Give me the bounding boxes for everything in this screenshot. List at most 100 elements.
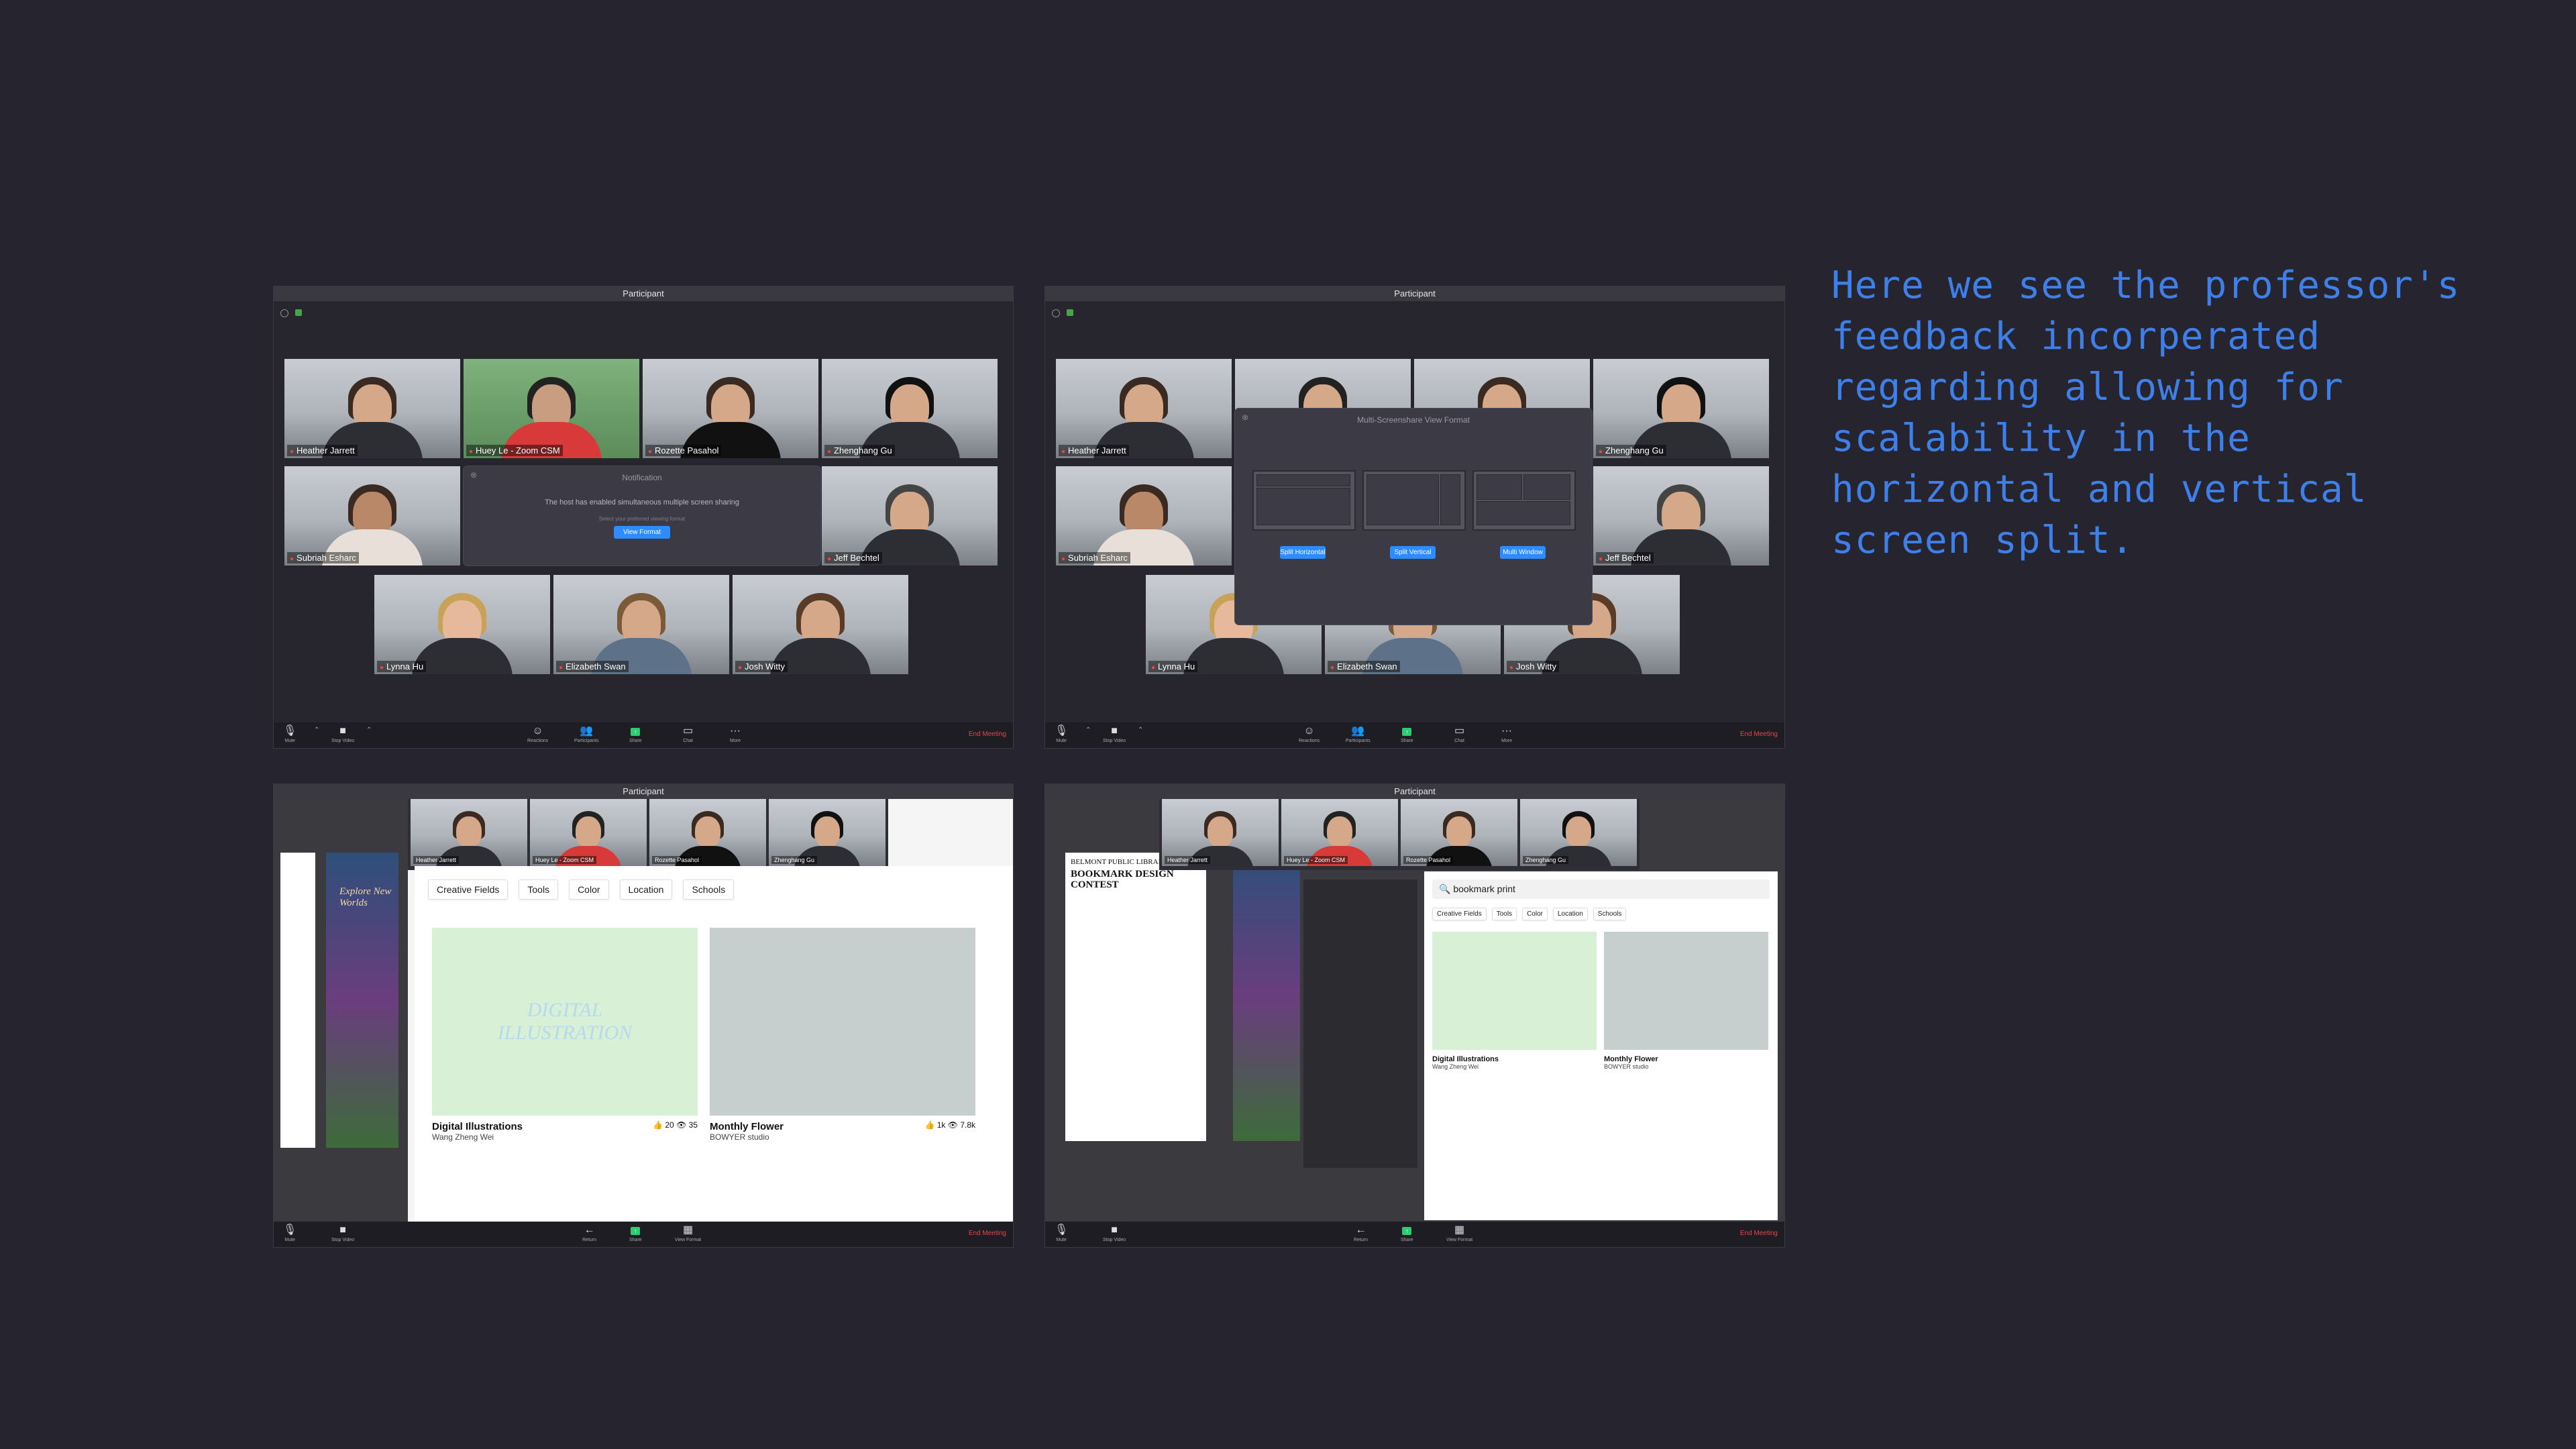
reactions-button[interactable]: ☺ Reactions	[1299, 725, 1320, 743]
smiley-icon: ☺	[1303, 725, 1315, 737]
camera-icon: ■	[339, 1224, 346, 1236]
window-title: Participant	[274, 784, 1013, 799]
view-format-button[interactable]: ▦ View Format	[675, 1224, 701, 1242]
project-card[interactable]: DIGITAL ILLUSTRATION Digital Illustratio…	[432, 928, 698, 1142]
filter-schools[interactable]: Schools	[1593, 908, 1627, 920]
camera-icon: ■	[1111, 725, 1118, 737]
close-icon[interactable]: ⊗	[470, 470, 477, 480]
camera-icon: ■	[339, 725, 346, 737]
share-icon: ↑	[1402, 728, 1412, 736]
meeting-toolbar: 🎙 Mute ⌃ ■ Stop Video ⌃ ☺ Reactions 👥 Partic…	[274, 722, 1013, 748]
filter-creative-fields[interactable]: Creative Fields	[428, 879, 508, 900]
more-button[interactable]: ··· More	[730, 725, 741, 743]
video-tile: ● Lynna Hu	[374, 575, 550, 674]
lock-icon	[1067, 309, 1073, 316]
participants-button[interactable]: 👥 Participants	[1346, 725, 1371, 743]
video-tile: ● Josh Witty	[733, 575, 908, 674]
video-tile: ● Huey Le - Zoom CSM	[464, 359, 639, 458]
mute-button[interactable]: 🎙 Mute	[283, 1224, 297, 1242]
stop-video-button[interactable]: ■ Stop Video	[1103, 725, 1126, 743]
card-stats: 👍 1k 👁 7.8k	[924, 1120, 975, 1130]
window-title: Participant	[1045, 286, 1784, 301]
zoom-window-split-vertical: Participant Explore New Worlds Heather J…	[274, 784, 1013, 1247]
window-title: Participant	[1045, 784, 1784, 799]
stop-video-button[interactable]: ■ Stop Video	[331, 725, 354, 743]
filter-color[interactable]: Color	[1522, 908, 1548, 920]
notification-message: The host has enabled simultaneous multip…	[545, 498, 739, 506]
more-button[interactable]: ··· More	[1501, 725, 1512, 743]
filter-color[interactable]: Color	[569, 879, 609, 900]
chat-button[interactable]: ▭ Chat	[683, 725, 693, 743]
share-button[interactable]: ↑ Share	[629, 725, 642, 743]
end-meeting-button[interactable]: End Meeting	[1740, 1230, 1778, 1237]
project-card[interactable]: Monthly Flower BOWYER studio	[1604, 932, 1768, 1070]
shared-browser-pane: Creative Fields Tools Color Location Sch…	[415, 866, 1013, 1222]
info-icon[interactable]	[1052, 309, 1060, 317]
filter-tools[interactable]: Tools	[1491, 908, 1517, 920]
filter-location[interactable]: Location	[1552, 908, 1588, 920]
back-arrow-icon: ←	[584, 1224, 595, 1236]
project-card[interactable]: Monthly Flower BOWYER studio 👍 1k 👁 7.8k	[710, 928, 975, 1142]
filter-schools[interactable]: Schools	[683, 879, 735, 900]
multi-window-preview[interactable]	[1472, 470, 1576, 531]
video-tile: ● Subriah Esharc	[284, 466, 460, 566]
info-icon[interactable]	[280, 309, 288, 317]
mute-button[interactable]: 🎙 Mute	[1055, 725, 1068, 743]
end-meeting-button[interactable]: End Meeting	[969, 1230, 1006, 1237]
end-meeting-button[interactable]: End Meeting	[1740, 731, 1778, 738]
filter-bar: Creative Fields Tools Color Location Sch…	[428, 879, 735, 900]
share-icon: ↑	[1402, 1227, 1412, 1235]
dialog-title: Multi-Screenshare View Format	[1357, 415, 1470, 425]
grid-icon: ▦	[1454, 1224, 1465, 1236]
return-button[interactable]: ← Return	[582, 1224, 596, 1242]
participants-button[interactable]: 👥 Participants	[574, 725, 599, 743]
project-card[interactable]: Digital Illustrations Wang Zheng Wei	[1432, 932, 1597, 1070]
people-icon: 👥	[580, 725, 594, 737]
meeting-toolbar: 🎙 Mute ■ Stop Video ← Return ↑ Share ▦ View F…	[1045, 1222, 1784, 1247]
smiley-icon: ☺	[532, 725, 543, 737]
stop-video-button[interactable]: ■ Stop Video	[331, 1224, 354, 1242]
view-format-button[interactable]: View Format	[614, 526, 670, 539]
stop-video-button[interactable]: ■ Stop Video	[1103, 1224, 1126, 1242]
video-tile: ● Zhenghang Gu	[1593, 359, 1769, 458]
microphone-icon: 🎙	[1055, 725, 1069, 737]
chat-button[interactable]: ▭ Chat	[1454, 725, 1464, 743]
chat-icon: ▭	[1454, 725, 1465, 737]
reactions-button[interactable]: ☺ Reactions	[527, 725, 548, 743]
zoom-window-notification: Participant ● Heather Jarrett ● Huey Le - …	[274, 286, 1013, 748]
zoom-window-multi-window: Participant BELMONT PUBLIC LIBRARY BOOKM…	[1045, 784, 1784, 1247]
share-button[interactable]: ↑ Share	[1401, 725, 1413, 743]
filter-location[interactable]: Location	[619, 879, 673, 900]
filter-tools[interactable]: Tools	[519, 879, 559, 900]
split-horizontal-button[interactable]: Split Horizontal	[1280, 546, 1326, 559]
close-icon[interactable]: ⊗	[1242, 413, 1248, 422]
window-title: Participant	[274, 286, 1013, 301]
mute-button[interactable]: 🎙 Mute	[1055, 1224, 1068, 1242]
card-art-text: DIGITAL ILLUSTRATION	[497, 999, 633, 1044]
grid-icon: ▦	[683, 1224, 694, 1236]
search-input[interactable]: 🔍 bookmark print	[1432, 879, 1770, 899]
split-vertical-preview[interactable]	[1362, 470, 1466, 531]
multi-screenshare-dialog: ⊗ Multi-Screenshare View Format Split Ho…	[1235, 409, 1592, 625]
notification-dialog: ⊗ Notification The host has enabled simu…	[464, 466, 820, 566]
card-owner: BOWYER studio	[710, 1132, 769, 1142]
multi-window-button[interactable]: Multi Window	[1500, 546, 1546, 559]
filter-creative-fields[interactable]: Creative Fields	[1432, 908, 1487, 920]
notification-subtext: Select your preferred viewing format	[598, 516, 686, 522]
meeting-toolbar: 🎙 Mute ■ Stop Video ← Return ↑ Share ▦ View F…	[274, 1222, 1013, 1247]
split-vertical-button[interactable]: Split Vertical	[1390, 546, 1436, 559]
share-button[interactable]: ↑ Share	[1401, 1224, 1413, 1242]
bookmark-text: Explore New Worlds	[339, 886, 392, 908]
card-owner: Wang Zheng Wei	[432, 1132, 494, 1142]
video-tile: ● Subriah Esharc	[1056, 466, 1232, 566]
share-button[interactable]: ↑ Share	[629, 1224, 642, 1242]
view-format-button[interactable]: ▦ View Format	[1446, 1224, 1472, 1242]
end-meeting-button[interactable]: End Meeting	[969, 731, 1006, 738]
share-icon: ↑	[631, 728, 641, 736]
return-button[interactable]: ← Return	[1354, 1224, 1368, 1242]
mute-button[interactable]: 🎙 Mute	[283, 725, 297, 743]
notification-title: Notification	[622, 473, 662, 482]
split-horizontal-preview[interactable]	[1252, 470, 1356, 531]
participant-strip: Heather Jarrett Huey Le - Zoom CSM Rozet…	[408, 799, 888, 870]
lock-icon	[295, 309, 302, 316]
